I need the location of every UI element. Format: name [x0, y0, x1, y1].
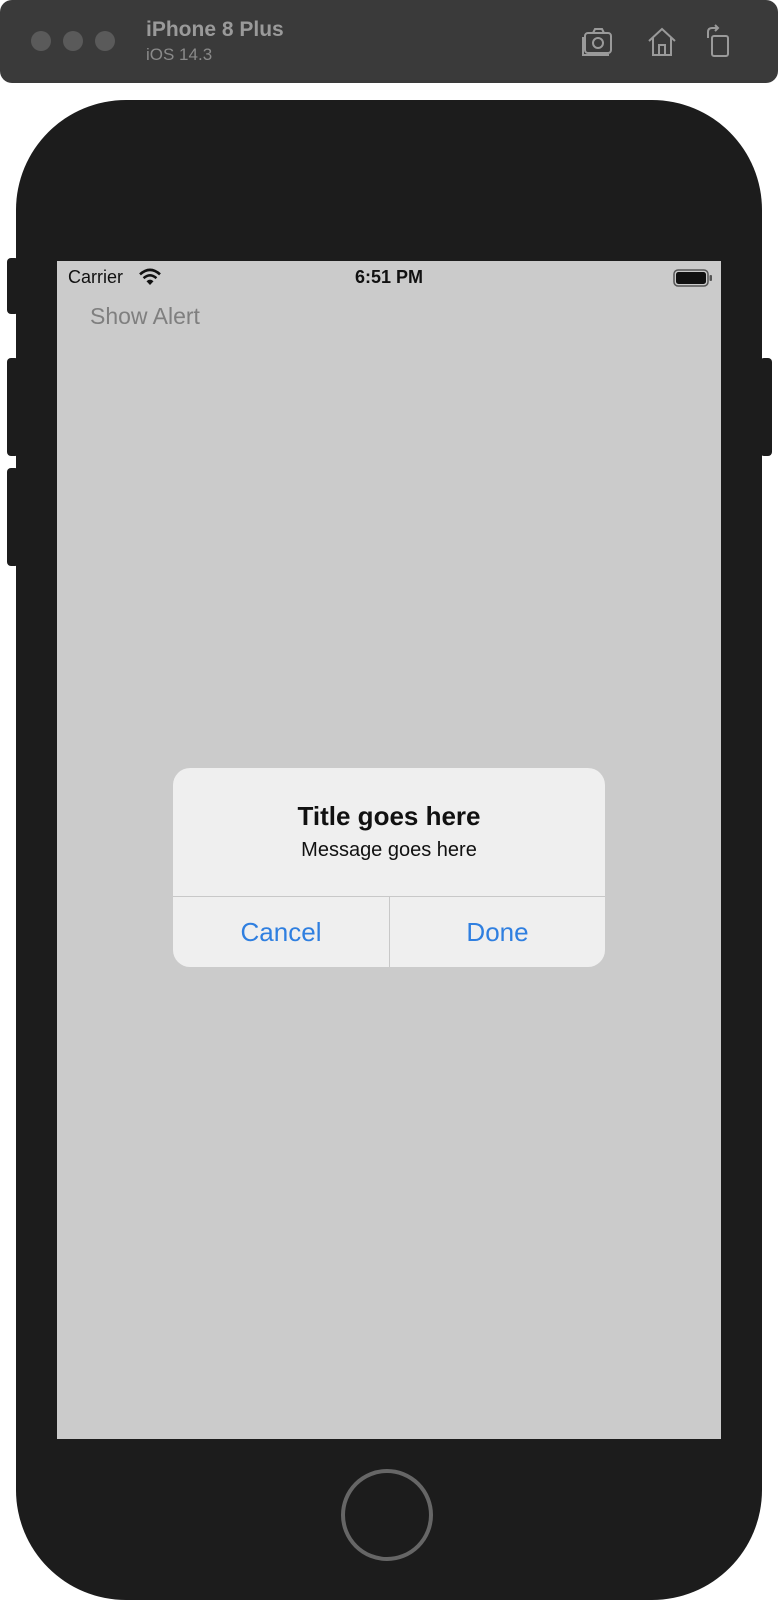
device-screen: Carrier 6:51 PM Show Alert Title goes he… [57, 261, 721, 1439]
status-bar: Carrier 6:51 PM [57, 261, 721, 295]
window-zoom-button[interactable] [95, 31, 115, 51]
os-version: iOS 14.3 [146, 45, 213, 64]
simulator-titlebar: iPhone 8 Plus iOS 14.3 [0, 0, 778, 83]
status-time: 6:51 PM [354, 267, 424, 287]
window-close-button[interactable] [31, 31, 51, 51]
rotate-icon[interactable] [702, 24, 738, 60]
screenshot-icon[interactable] [581, 24, 617, 60]
alert-message: Message goes here [301, 839, 477, 861]
home-icon[interactable] [644, 24, 680, 60]
window-minimize-button[interactable] [63, 31, 83, 51]
done-button[interactable]: Done [390, 897, 605, 967]
device-name: iPhone 8 Plus [146, 18, 284, 41]
show-alert-button[interactable]: Show Alert [90, 303, 200, 330]
battery-icon [673, 269, 712, 287]
home-button[interactable] [341, 1469, 433, 1561]
alert-title: Title goes here [297, 801, 481, 831]
alert-dialog: Title goes here Message goes here Cancel… [173, 768, 605, 967]
cancel-button[interactable]: Cancel [173, 897, 389, 967]
